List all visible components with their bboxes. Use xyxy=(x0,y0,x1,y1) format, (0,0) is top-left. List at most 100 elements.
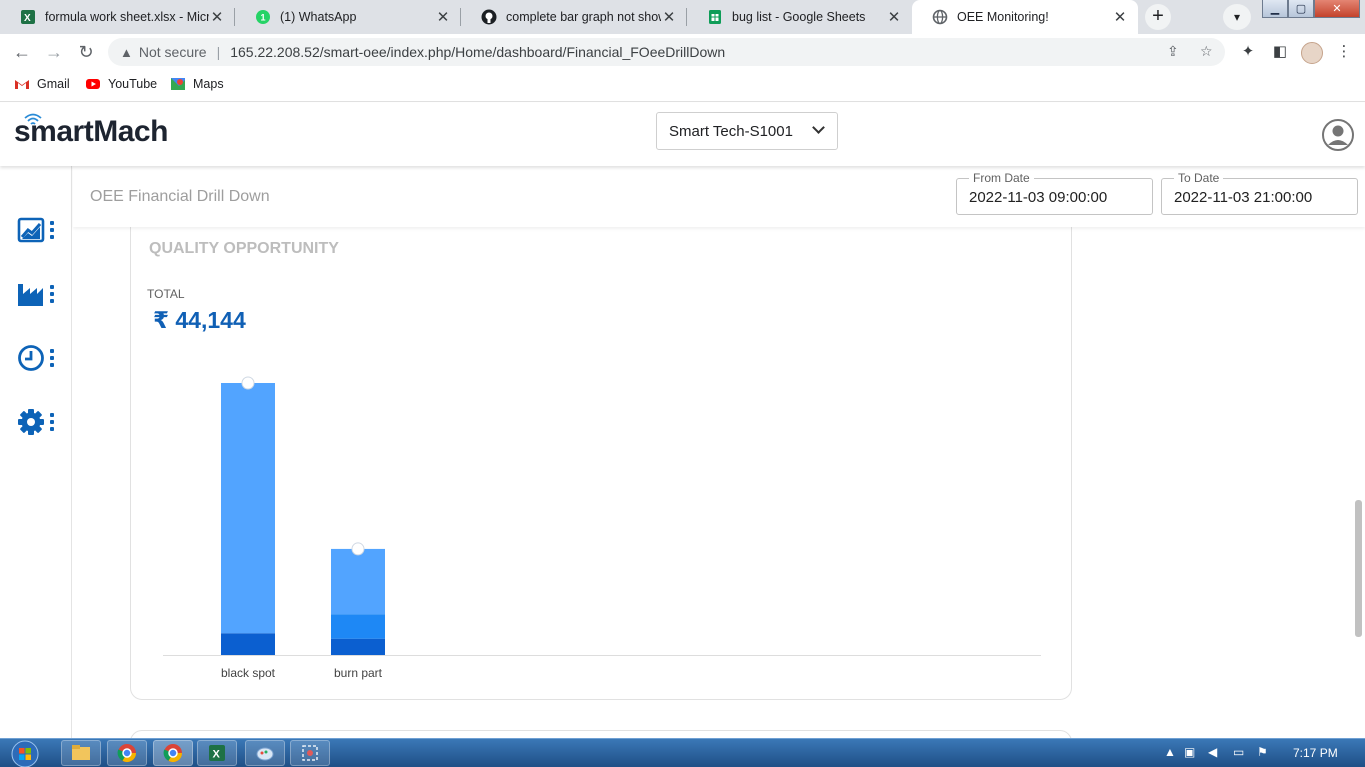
maximize-window-icon[interactable]: ▢ xyxy=(1288,0,1314,18)
total-value: ₹ 44,144 xyxy=(153,307,246,333)
taskbar-clock[interactable]: 7:17 PM xyxy=(1293,746,1338,760)
factory-icon xyxy=(18,284,43,306)
tab-title: formula work sheet.xlsx - Micro xyxy=(45,10,209,24)
bar-segment[interactable] xyxy=(221,383,275,634)
browser-tab[interactable]: bug list - Google Sheets ✕ xyxy=(687,0,912,34)
browser-tab-strip: X formula work sheet.xlsx - Micro ✕ 1 (1… xyxy=(0,0,1365,34)
taskbar-chrome[interactable] xyxy=(107,740,147,766)
bar-segment[interactable] xyxy=(331,638,385,655)
minimize-window-icon[interactable]: ▁ xyxy=(1262,0,1288,18)
reload-icon[interactable]: ↻ xyxy=(74,40,98,64)
browser-tab[interactable]: X formula work sheet.xlsx - Micro ✕ xyxy=(0,0,235,34)
sidebar xyxy=(0,166,72,738)
close-tab-icon[interactable]: ✕ xyxy=(886,8,902,26)
share-icon[interactable]: ⇪ xyxy=(1167,43,1179,60)
excel-icon: X xyxy=(20,9,36,25)
bookmark-label: Maps xyxy=(193,77,224,91)
sidebar-item-dashboard[interactable] xyxy=(17,214,57,246)
settings-gear-icon xyxy=(18,409,44,435)
bar-segment[interactable] xyxy=(221,633,275,655)
from-date-field[interactable]: From Date 2022-11-03 09:00:00 xyxy=(956,172,1153,215)
close-tab-icon[interactable]: ✕ xyxy=(1112,8,1128,26)
bookmark-star-icon[interactable]: ☆ xyxy=(1200,43,1213,60)
close-window-icon[interactable]: ✕ xyxy=(1314,0,1360,18)
tab-title: complete bar graph not shown xyxy=(506,10,661,24)
bar-marker[interactable] xyxy=(241,376,255,390)
start-button[interactable] xyxy=(6,739,44,767)
quality-opportunity-chart: black spot burn part xyxy=(163,376,1041,680)
machine-select[interactable]: Smart Tech-S1001 xyxy=(656,112,838,150)
bar-segment[interactable] xyxy=(331,548,385,615)
from-date-value[interactable]: 2022-11-03 09:00:00 xyxy=(969,189,1107,206)
divider: | xyxy=(216,44,221,60)
security-label[interactable]: Not secure xyxy=(139,44,207,60)
windows-logo-icon xyxy=(11,740,39,767)
browser-tab[interactable]: 1 (1) WhatsApp ✕ xyxy=(235,0,461,34)
back-icon[interactable]: ← xyxy=(10,40,34,64)
network-icon[interactable]: ▣ xyxy=(1184,745,1195,759)
svg-text:X: X xyxy=(24,13,31,24)
taskbar-explorer[interactable] xyxy=(61,740,101,766)
bookmark-label: Gmail xyxy=(37,77,70,91)
taskbar-snipping-tool[interactable] xyxy=(290,740,330,766)
excel-icon: X xyxy=(209,745,225,761)
to-date-label: To Date xyxy=(1174,172,1224,185)
bookmark-gmail[interactable]: Gmail xyxy=(14,76,70,92)
volume-muted-icon[interactable]: ◀ xyxy=(1208,745,1217,759)
bookmark-maps[interactable]: Maps xyxy=(170,76,224,92)
browser-tab[interactable]: complete bar graph not shown ✕ xyxy=(461,0,687,34)
action-center-flag-icon[interactable]: ⚑ xyxy=(1257,745,1268,759)
sidebar-item-factory[interactable] xyxy=(17,278,57,310)
more-icon xyxy=(50,221,54,239)
menu-kebab-icon[interactable]: ⋮ xyxy=(1334,42,1354,62)
browser-tab-active[interactable]: OEE Monitoring! ✕ xyxy=(912,0,1138,34)
close-tab-icon[interactable]: ✕ xyxy=(661,8,677,26)
bookmarks-bar: Gmail YouTube Maps xyxy=(0,70,1365,102)
show-hidden-icons[interactable]: ▲ xyxy=(1164,745,1176,759)
new-tab-button[interactable]: + xyxy=(1145,4,1171,30)
taskbar-chrome-active[interactable] xyxy=(153,740,193,766)
to-date-value[interactable]: 2022-11-03 21:00:00 xyxy=(1174,189,1312,206)
from-date-label: From Date xyxy=(969,172,1034,185)
extensions-icon[interactable]: ✦ xyxy=(1238,42,1258,62)
display-icon[interactable]: ▭ xyxy=(1233,745,1244,759)
youtube-icon xyxy=(86,79,100,89)
sidebar-item-settings[interactable] xyxy=(17,406,57,438)
address-bar[interactable]: ▲ Not secure | 165.22.208.52/smart-oee/i… xyxy=(108,38,1225,66)
tab-title: bug list - Google Sheets xyxy=(732,10,866,24)
folder-icon xyxy=(72,745,90,760)
warning-icon[interactable]: ▲ xyxy=(120,45,133,60)
page-scrollbar[interactable] xyxy=(1355,500,1362,637)
sidebar-item-history[interactable] xyxy=(17,342,57,374)
app-logo[interactable]: smartMach xyxy=(14,115,168,149)
close-tab-icon[interactable]: ✕ xyxy=(209,8,225,26)
url-text[interactable]: 165.22.208.52/smart-oee/index.php/Home/d… xyxy=(230,44,725,60)
app-header: smartMach Smart Tech-S1001 xyxy=(0,103,1365,166)
tab-title: (1) WhatsApp xyxy=(280,10,357,24)
maps-icon xyxy=(171,78,185,90)
more-icon xyxy=(50,349,54,367)
taskbar-paint[interactable] xyxy=(245,740,285,766)
tab-title: OEE Monitoring! xyxy=(957,10,1049,24)
taskbar-excel[interactable]: X xyxy=(197,740,237,766)
page-title: OEE Financial Drill Down xyxy=(90,188,270,205)
profile-avatar[interactable] xyxy=(1301,42,1323,64)
chevron-down-icon xyxy=(812,121,825,134)
bar-segment[interactable] xyxy=(331,614,385,639)
category-label: burn part xyxy=(334,666,383,680)
sub-header: OEE Financial Drill Down From Date 2022-… xyxy=(73,166,1365,227)
chrome-icon xyxy=(163,744,182,763)
whatsapp-icon: 1 xyxy=(255,9,271,25)
quality-opportunity-card: QUALITY OPPORTUNITY TOTAL ₹ 44,144 black… xyxy=(130,210,1072,700)
tab-search-icon[interactable]: ▾ xyxy=(1223,4,1251,30)
side-panel-icon[interactable]: ◧ xyxy=(1270,42,1290,62)
close-tab-icon[interactable]: ✕ xyxy=(435,8,451,26)
to-date-field[interactable]: To Date 2022-11-03 21:00:00 xyxy=(1161,172,1358,215)
dashboard-chart-icon xyxy=(17,217,45,243)
forward-icon[interactable]: → xyxy=(42,40,66,64)
user-account-icon[interactable] xyxy=(1322,119,1354,151)
globe-icon xyxy=(932,9,948,25)
bar-marker[interactable] xyxy=(351,542,365,556)
bookmark-youtube[interactable]: YouTube xyxy=(85,76,157,92)
more-icon xyxy=(50,413,54,431)
